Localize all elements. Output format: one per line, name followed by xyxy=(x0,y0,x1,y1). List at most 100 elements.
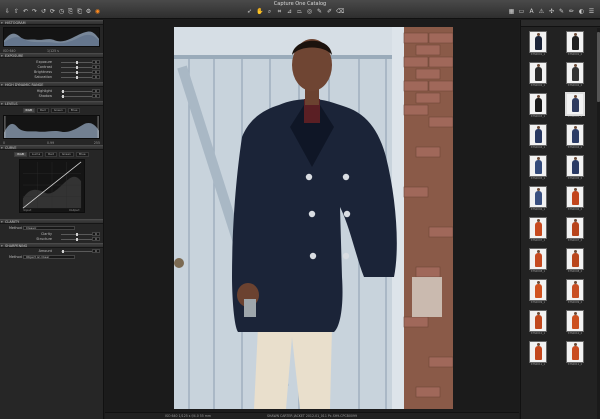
thumbnail[interactable]: STS0001_2 xyxy=(564,31,586,57)
curve-editor[interactable]: Input Output xyxy=(18,159,85,213)
slider-track[interactable] xyxy=(61,66,92,69)
channel-tab[interactable]: Blue xyxy=(75,152,89,157)
spot-icon[interactable]: ◎ xyxy=(306,8,313,15)
thumbnail[interactable]: STS0002_2 xyxy=(564,62,586,88)
thumbnail[interactable]: STS0006_1 xyxy=(527,186,549,212)
viewer-icon[interactable]: ▭ xyxy=(518,8,525,15)
thumbnail[interactable]: STS0004_1 xyxy=(527,124,549,150)
channel-tab[interactable]: Luma xyxy=(28,152,44,157)
sharpening-header[interactable]: ▾ SHARPENING xyxy=(0,243,103,248)
channel-tab[interactable]: Red xyxy=(45,152,57,157)
channel-tab[interactable]: RGB xyxy=(22,108,36,113)
thumbnail[interactable]: STS0009_1 xyxy=(527,279,549,305)
thumbnail[interactable]: STS0010_2 xyxy=(564,310,586,336)
levels-header[interactable]: ▾ LEVELS xyxy=(0,101,103,106)
slider-value-field[interactable]: 0 xyxy=(92,70,100,74)
thumbnail[interactable]: STS0007_1 xyxy=(527,217,549,243)
slider-track[interactable] xyxy=(61,61,92,64)
slider-knob[interactable] xyxy=(75,238,78,241)
slider-knob[interactable] xyxy=(75,71,78,74)
slider-knob[interactable] xyxy=(62,90,65,93)
channel-tab[interactable]: Green xyxy=(58,152,74,157)
thumbnail[interactable]: STS0008_1 xyxy=(527,248,549,274)
slider-value-field[interactable]: 0 xyxy=(92,232,100,236)
thumbnail[interactable]: STS0011_2 xyxy=(564,341,586,367)
slider-value-field[interactable]: 0 xyxy=(92,60,100,64)
process-icon[interactable]: ⚙ xyxy=(85,8,92,15)
import-icon[interactable]: ⇩ xyxy=(4,8,11,15)
slider-knob[interactable] xyxy=(62,250,65,253)
thumbnail[interactable]: STS0003_1 xyxy=(527,93,549,119)
eraser-icon[interactable]: ⌫ xyxy=(336,8,344,15)
slider-value-field[interactable]: 0 xyxy=(92,75,100,79)
levels-histogram[interactable] xyxy=(3,115,100,139)
thumbnail[interactable]: STS0004_2 xyxy=(564,124,586,150)
straighten-icon[interactable]: ⊿ xyxy=(286,8,293,15)
thumbnail[interactable]: STS0008_2 xyxy=(564,248,586,274)
slider-value-field[interactable]: 0 xyxy=(92,249,100,253)
clarity-method-select[interactable]: Classic xyxy=(23,226,75,230)
slider-track[interactable] xyxy=(61,76,92,79)
slider-track[interactable] xyxy=(61,95,92,98)
thumbnail[interactable]: STS0005_2 xyxy=(564,155,586,181)
slider-track[interactable] xyxy=(61,238,92,241)
slider-knob[interactable] xyxy=(62,95,65,98)
cursor-icon[interactable]: ➶ xyxy=(246,8,253,15)
hdr-header[interactable]: ▾ HIGH DYNAMIC RANGE xyxy=(0,82,103,87)
channel-tab[interactable]: Red xyxy=(37,108,49,113)
text-icon[interactable]: A xyxy=(528,8,535,15)
focus-icon[interactable]: ✣ xyxy=(548,8,555,15)
thumbnail[interactable]: STS0006_2 xyxy=(564,186,586,212)
thumbnail[interactable]: STS0009_2 xyxy=(564,279,586,305)
curve-header[interactable]: ▾ CURVE xyxy=(0,145,103,150)
thumbnail[interactable]: STS0011_1 xyxy=(527,341,549,367)
crop-icon[interactable]: ⌗ xyxy=(276,8,283,15)
slider-track[interactable] xyxy=(61,71,92,74)
exposure-warning-icon[interactable]: ⚠ xyxy=(538,8,545,15)
history-icon[interactable]: ◷ xyxy=(58,8,65,15)
slider-value-field[interactable]: 0 xyxy=(92,65,100,69)
reset-icon[interactable]: ↺ xyxy=(40,8,47,15)
keystone-icon[interactable]: ⏢ xyxy=(296,8,303,15)
channel-tab[interactable]: RGB xyxy=(14,152,27,157)
slider-value-field[interactable]: 0 xyxy=(92,89,100,93)
slider-value-field[interactable]: 0 xyxy=(92,237,100,241)
thumbnail[interactable]: STS0002_1 xyxy=(527,62,549,88)
slider-knob[interactable] xyxy=(75,61,78,64)
slider-track[interactable] xyxy=(61,90,92,93)
histogram-header[interactable]: ▾ HISTOGRAM xyxy=(0,20,103,25)
thumbnail[interactable]: STS0003_2 xyxy=(564,92,586,119)
undo-icon[interactable]: ↶ xyxy=(22,8,29,15)
clarity-header[interactable]: ▾ CLARITY xyxy=(0,219,103,224)
zoom-icon[interactable]: ⌕ xyxy=(266,8,273,15)
image-viewer[interactable]: ISO 640 1/125 s f/4.0 55 mm SHAWN CARTER… xyxy=(105,20,519,419)
thumbnail[interactable]: STS0005_1 xyxy=(527,155,549,181)
channel-tab[interactable]: Green xyxy=(50,108,66,113)
rotate-icon[interactable]: ⟳ xyxy=(49,8,56,15)
sharpening-method-select[interactable]: Object on Clear xyxy=(23,255,75,259)
grid-icon[interactable]: ▦ xyxy=(508,8,515,15)
slider-knob[interactable] xyxy=(75,76,78,79)
main-photo[interactable] xyxy=(174,27,453,409)
export-icon[interactable]: ⇧ xyxy=(13,8,20,15)
brush-icon[interactable]: ✐ xyxy=(326,8,333,15)
redo-icon[interactable]: ↷ xyxy=(31,8,38,15)
edit-icon[interactable]: ✏ xyxy=(568,8,575,15)
slider-knob[interactable] xyxy=(75,66,78,69)
thumbnail[interactable]: STS0010_1 xyxy=(527,310,549,336)
slider-value-field[interactable]: 0 xyxy=(92,94,100,98)
slider-track[interactable] xyxy=(61,233,92,236)
slider-knob[interactable] xyxy=(75,233,78,236)
thumbnail[interactable]: STS0007_2 xyxy=(564,217,586,243)
thumbnail[interactable]: STS0001_1 xyxy=(527,31,549,57)
exposure-header[interactable]: ▾ EXPOSURE xyxy=(0,53,103,58)
channel-tab[interactable]: Blue xyxy=(67,108,81,113)
picker-icon[interactable]: ✎ xyxy=(558,8,565,15)
hand-icon[interactable]: ✋ xyxy=(256,8,263,15)
capture-icon[interactable]: ◉ xyxy=(94,8,101,15)
slider-track[interactable] xyxy=(61,250,92,253)
copy-icon[interactable]: ⎘ xyxy=(67,8,74,15)
settings-icon[interactable]: ☰ xyxy=(588,8,595,15)
proof-icon[interactable]: ◐ xyxy=(578,8,585,15)
picker-icon[interactable]: ✎ xyxy=(316,8,323,15)
